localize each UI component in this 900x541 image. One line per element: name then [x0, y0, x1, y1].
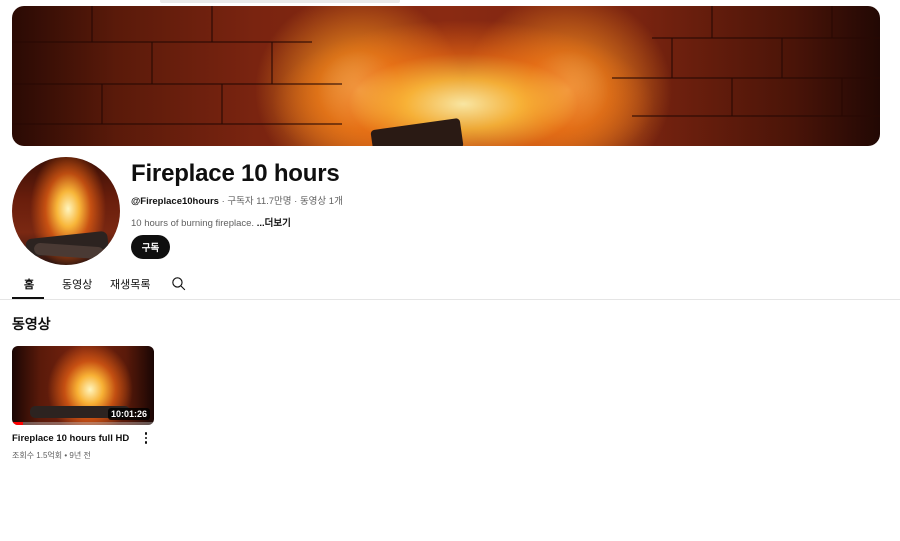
more-link[interactable]: ...더보기: [257, 218, 291, 229]
video-thumbnail[interactable]: 10:01:26: [12, 346, 154, 425]
tab-home[interactable]: 홈: [24, 276, 34, 292]
more-vert-icon[interactable]: [142, 430, 150, 446]
video-duration: 10:01:26: [107, 408, 150, 420]
top-strip: [160, 0, 400, 3]
video-meta: 조회수 1.5억회 • 9년 전: [12, 451, 91, 460]
tabs-divider: [0, 299, 900, 300]
subscribe-button[interactable]: 구독: [131, 235, 170, 259]
channel-handle: @Fireplace10hours: [131, 196, 219, 207]
channel-banner: [12, 6, 880, 146]
tab-videos[interactable]: 동영상: [62, 276, 92, 292]
channel-description[interactable]: 10 hours of burning fireplace. ...더보기: [131, 215, 291, 229]
video-title[interactable]: Fireplace 10 hours full HD: [12, 433, 137, 444]
channel-avatar[interactable]: [12, 157, 120, 265]
section-title: 동영상: [12, 316, 51, 332]
description-text: 10 hours of burning fireplace.: [131, 218, 257, 229]
channel-meta: @Fireplace10hours · 구독자 11.7만명 · 동영상 1개: [131, 193, 343, 207]
watch-progress-track: [12, 422, 154, 425]
tab-playlists[interactable]: 재생목록: [110, 276, 150, 292]
video-card[interactable]: 10:01:26 Fireplace 10 hours full HD 조회수 …: [12, 346, 154, 460]
search-icon[interactable]: [170, 275, 187, 292]
watch-progress-bar: [12, 422, 24, 425]
channel-stats: · 구독자 11.7만명 · 동영상 1개: [218, 196, 343, 207]
channel-title: Fireplace 10 hours: [131, 160, 340, 187]
